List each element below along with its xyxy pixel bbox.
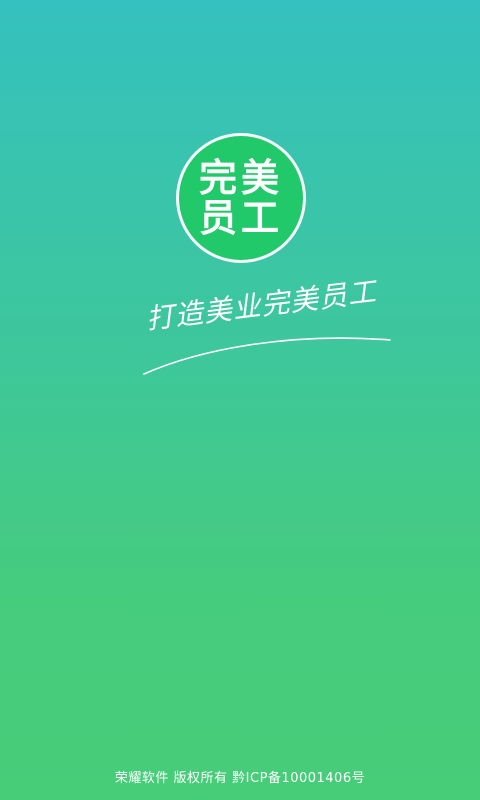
logo-text-line1: 完美 <box>198 156 283 200</box>
splash-screen: 完美 员工 打造美业完美员工 荣耀软件 版权所有 黔ICP备10001406号 <box>0 0 480 800</box>
copyright-footer: 荣耀软件 版权所有 黔ICP备10001406号 <box>114 771 366 786</box>
swoosh-underline-icon <box>143 337 391 375</box>
app-logo: 完美 员工 <box>179 136 303 260</box>
logo-text-line2: 员工 <box>198 196 283 240</box>
slogan-block: 打造美业完美员工 <box>138 275 398 382</box>
